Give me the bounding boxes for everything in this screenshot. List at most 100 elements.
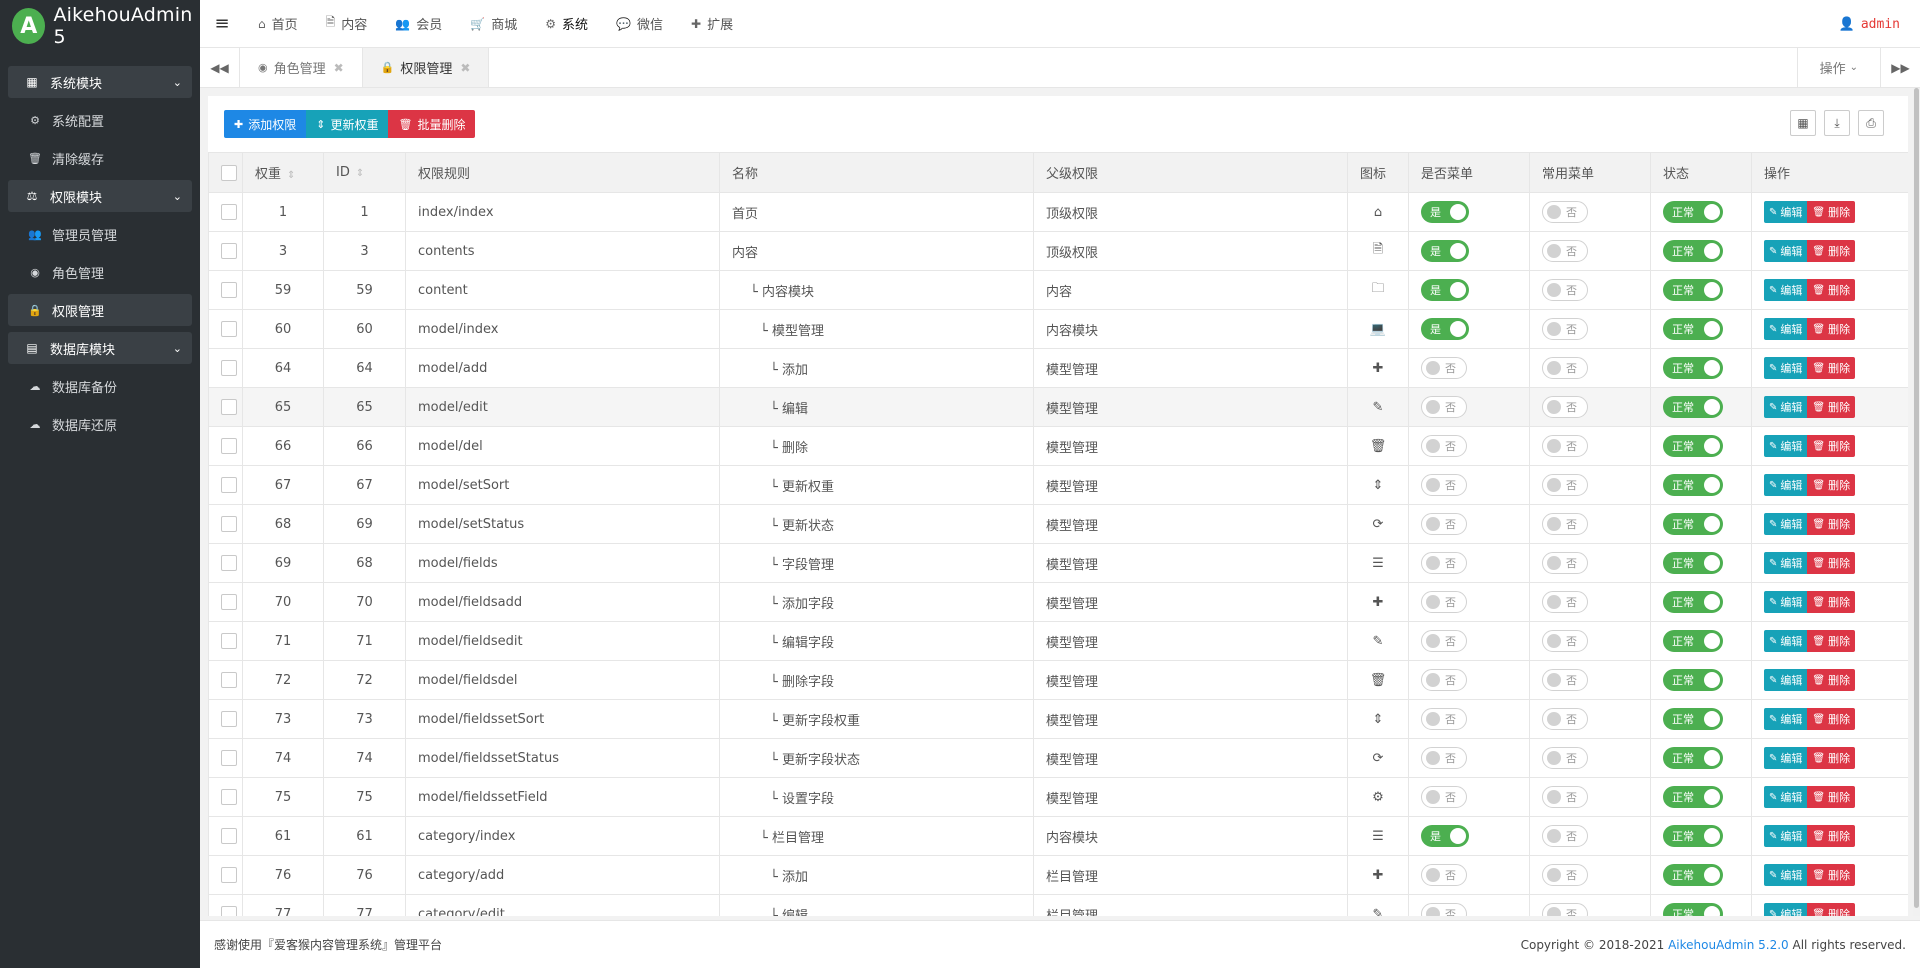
edit-button[interactable]: ✎ 编辑: [1764, 513, 1808, 535]
row-select-cell[interactable]: [208, 309, 243, 349]
delete-button[interactable]: 🗑 删除: [1807, 279, 1856, 301]
nav-content[interactable]: 🗎 内容: [312, 13, 382, 34]
status-toggle[interactable]: 正常: [1663, 435, 1723, 457]
common-menu-toggle[interactable]: 否: [1542, 474, 1588, 496]
sidebar-item-admin-manage[interactable]: 👥 管理员管理: [8, 218, 192, 250]
row-checkbox[interactable]: [221, 828, 237, 844]
status-toggle[interactable]: 正常: [1663, 786, 1723, 808]
is-menu-toggle[interactable]: 是: [1421, 279, 1469, 301]
sidebar-item-system-config[interactable]: ⚙ 系统配置: [8, 104, 192, 136]
row-select-cell[interactable]: [208, 855, 243, 895]
table-row[interactable]: 61 61 category/index └ 栏目管理 内容模块 ☰ 是否正常 ✎ 编辑 🗑 删除: [208, 816, 1908, 856]
edit-button[interactable]: ✎ 编辑: [1764, 786, 1808, 808]
delete-button[interactable]: 🗑 删除: [1807, 474, 1856, 496]
row-select-cell[interactable]: [208, 504, 243, 544]
sidebar-item-role-manage[interactable]: ◉ 角色管理: [8, 256, 192, 288]
status-toggle[interactable]: 正常: [1663, 552, 1723, 574]
row-checkbox[interactable]: [221, 477, 237, 493]
is-menu-toggle[interactable]: 否: [1421, 357, 1467, 379]
common-menu-toggle[interactable]: 否: [1542, 630, 1588, 652]
is-menu-toggle[interactable]: 否: [1421, 786, 1467, 808]
row-checkbox[interactable]: [221, 672, 237, 688]
col-id[interactable]: ID ⇕: [323, 152, 406, 193]
edit-button[interactable]: ✎ 编辑: [1764, 279, 1808, 301]
status-toggle[interactable]: 正常: [1663, 201, 1723, 223]
footer-brand-link[interactable]: AikehouAdmin 5.2.0: [1668, 938, 1789, 952]
edit-button[interactable]: ✎ 编辑: [1764, 474, 1808, 496]
edit-button[interactable]: ✎ 编辑: [1764, 240, 1808, 262]
common-menu-toggle[interactable]: 否: [1542, 279, 1588, 301]
sidebar-item-clear-cache[interactable]: 🗑 清除缓存: [8, 142, 192, 174]
select-all-checkbox[interactable]: [221, 164, 237, 181]
is-menu-toggle[interactable]: 否: [1421, 903, 1467, 916]
delete-button[interactable]: 🗑 删除: [1807, 630, 1856, 652]
tab-scroll-left-icon[interactable]: ◀◀: [200, 48, 240, 87]
nav-member[interactable]: 👥 会员: [381, 14, 456, 34]
common-menu-toggle[interactable]: 否: [1542, 708, 1588, 730]
table-row[interactable]: 64 64 model/add └ 添加 模型管理 ✚ 否否正常 ✎ 编辑 🗑 删除: [208, 348, 1908, 388]
row-select-cell[interactable]: [208, 660, 243, 700]
is-menu-toggle[interactable]: 否: [1421, 552, 1467, 574]
table-row[interactable]: 71 71 model/fieldsedit └ 编辑字段 模型管理 ✎ 否否正常 ✎ 编辑 🗑 删…: [208, 621, 1908, 661]
common-menu-toggle[interactable]: 否: [1542, 396, 1588, 418]
nav-wechat[interactable]: 💬 微信: [602, 14, 677, 34]
is-menu-toggle[interactable]: 否: [1421, 591, 1467, 613]
table-row[interactable]: 68 69 model/setStatus └ 更新状态 模型管理 ⟳ 否否正常 ✎ 编辑 🗑 删除: [208, 504, 1908, 544]
row-select-cell[interactable]: [208, 738, 243, 778]
user-menu[interactable]: 👤 admin: [1839, 0, 1900, 48]
nav-shop[interactable]: 🛒 商城: [456, 14, 531, 34]
table-row[interactable]: 59 59 content └ 内容模块 内容 🗀 是否正常 ✎ 编辑 🗑 删除: [208, 270, 1908, 310]
delete-button[interactable]: 🗑 删除: [1807, 864, 1856, 886]
common-menu-toggle[interactable]: 否: [1542, 435, 1588, 457]
row-checkbox[interactable]: [221, 243, 237, 259]
row-select-cell[interactable]: [208, 231, 243, 271]
status-toggle[interactable]: 正常: [1663, 903, 1723, 916]
table-row[interactable]: 77 77 category/edit └ 编辑 栏目管理 ✎ 否否正常 ✎ 编辑 🗑 删除: [208, 894, 1908, 916]
is-menu-toggle[interactable]: 是: [1421, 825, 1469, 847]
print-icon[interactable]: ⎙: [1858, 110, 1884, 136]
is-menu-toggle[interactable]: 是: [1421, 318, 1469, 340]
row-select-cell[interactable]: [208, 348, 243, 388]
status-toggle[interactable]: 正常: [1663, 630, 1723, 652]
sidebar-group-permission[interactable]: ⚖ 权限模块 ⌄: [8, 180, 192, 212]
edit-button[interactable]: ✎ 编辑: [1764, 708, 1808, 730]
is-menu-toggle[interactable]: 否: [1421, 747, 1467, 769]
close-icon[interactable]: ✖: [334, 61, 344, 75]
delete-button[interactable]: 🗑 删除: [1807, 669, 1856, 691]
table-row[interactable]: 73 73 model/fieldssetSort └ 更新字段权重 模型管理 ⇕ 否否正常…: [208, 699, 1908, 739]
table-row[interactable]: 76 76 category/add └ 添加 栏目管理 ✚ 否否正常 ✎ 编辑 🗑 删除: [208, 855, 1908, 895]
table-row[interactable]: 75 75 model/fieldssetField └ 设置字段 模型管理 ⚙ 否否正常 ✎…: [208, 777, 1908, 817]
row-select-cell[interactable]: [208, 894, 243, 916]
close-icon[interactable]: ✖: [460, 61, 470, 75]
edit-button[interactable]: ✎ 编辑: [1764, 591, 1808, 613]
is-menu-toggle[interactable]: 否: [1421, 513, 1467, 535]
row-checkbox[interactable]: [221, 789, 237, 805]
common-menu-toggle[interactable]: 否: [1542, 669, 1588, 691]
delete-button[interactable]: 🗑 删除: [1807, 435, 1856, 457]
common-menu-toggle[interactable]: 否: [1542, 591, 1588, 613]
common-menu-toggle[interactable]: 否: [1542, 318, 1588, 340]
select-all-cell[interactable]: [208, 152, 243, 193]
export-icon[interactable]: ⤓: [1824, 110, 1850, 136]
tab-permission-manage[interactable]: 🔒 权限管理 ✖: [362, 48, 490, 87]
status-toggle[interactable]: 正常: [1663, 357, 1723, 379]
delete-button[interactable]: 🗑 删除: [1807, 357, 1856, 379]
delete-button[interactable]: 🗑 删除: [1807, 240, 1856, 262]
row-checkbox[interactable]: [221, 399, 237, 415]
is-menu-toggle[interactable]: 否: [1421, 708, 1467, 730]
row-select-cell[interactable]: [208, 270, 243, 310]
common-menu-toggle[interactable]: 否: [1542, 747, 1588, 769]
row-select-cell[interactable]: [208, 777, 243, 817]
add-permission-button[interactable]: ✚ 添加权限: [224, 110, 307, 138]
nav-system[interactable]: ⚙ 系统: [531, 14, 602, 34]
delete-button[interactable]: 🗑 删除: [1807, 825, 1856, 847]
delete-button[interactable]: 🗑 删除: [1807, 201, 1856, 223]
menu-toggle-icon[interactable]: ≡: [200, 13, 244, 34]
status-toggle[interactable]: 正常: [1663, 318, 1723, 340]
row-select-cell[interactable]: [208, 699, 243, 739]
status-toggle[interactable]: 正常: [1663, 825, 1723, 847]
columns-filter-icon[interactable]: ▦: [1790, 110, 1816, 136]
row-checkbox[interactable]: [221, 438, 237, 454]
row-select-cell[interactable]: [208, 816, 243, 856]
row-checkbox[interactable]: [221, 867, 237, 883]
